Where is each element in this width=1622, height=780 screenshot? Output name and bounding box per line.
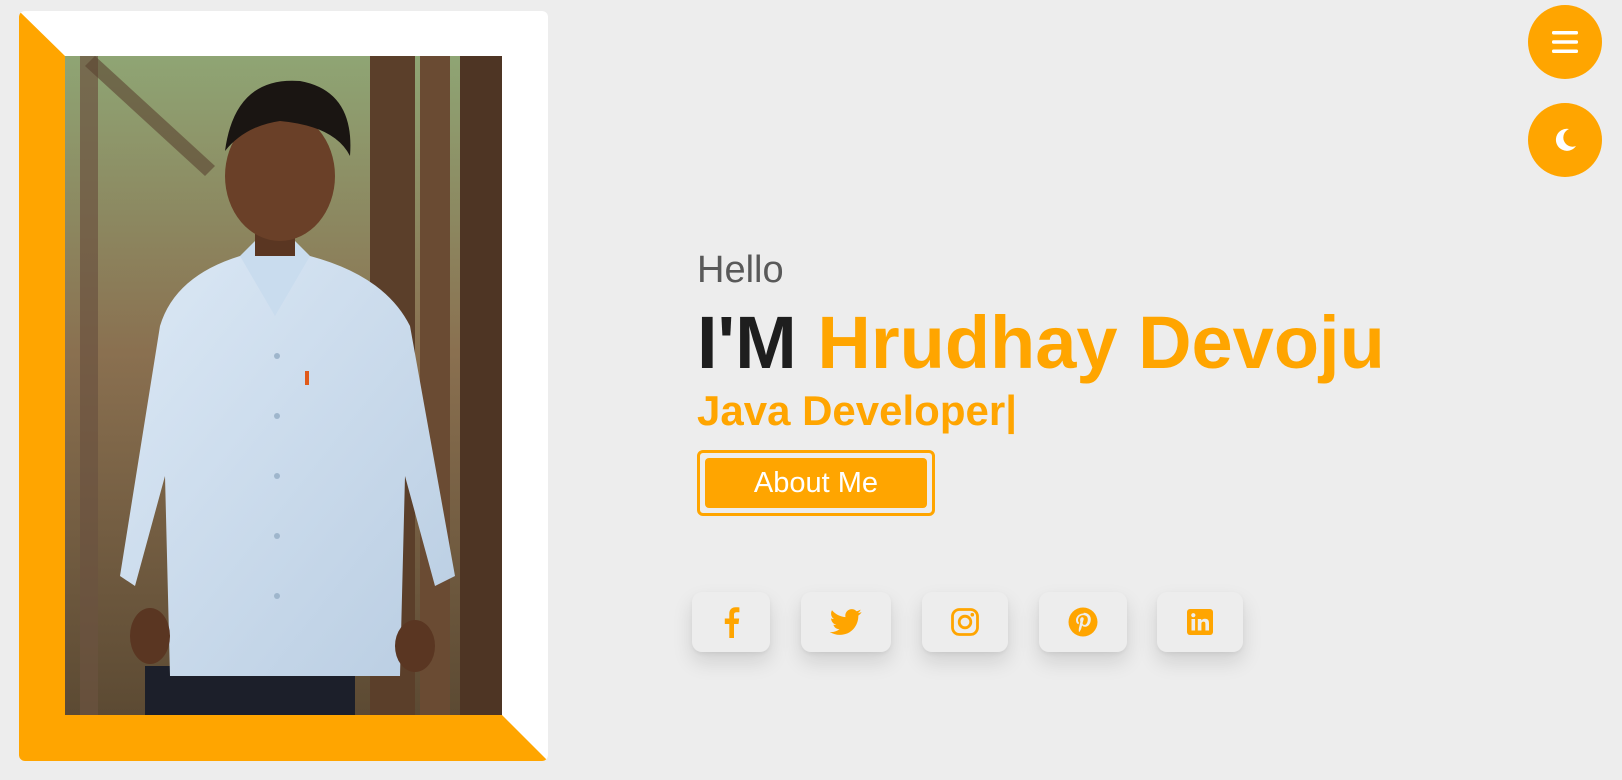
- profile-photo-frame: [19, 11, 548, 761]
- facebook-link[interactable]: [692, 592, 770, 652]
- twitter-link[interactable]: [801, 592, 891, 652]
- theme-toggle-button[interactable]: [1528, 103, 1602, 177]
- linkedin-link[interactable]: [1157, 592, 1243, 652]
- linkedin-icon: [1187, 609, 1213, 635]
- about-me-label: About Me: [705, 457, 927, 508]
- headline-prefix: I'M: [697, 300, 797, 384]
- home-page: Hello I'M Hrudhay Devoju Java Developer|…: [0, 0, 1622, 780]
- about-me-button[interactable]: About Me: [697, 449, 935, 516]
- pinterest-icon: [1068, 607, 1098, 637]
- moon-icon: [1555, 128, 1576, 151]
- instagram-link[interactable]: [922, 592, 1008, 652]
- pinterest-link[interactable]: [1039, 592, 1127, 652]
- twitter-icon: [830, 609, 862, 635]
- hamburger-menu-icon: [1552, 31, 1578, 53]
- profile-photo: [65, 56, 502, 715]
- instagram-icon: [951, 608, 979, 636]
- headline: I'M Hrudhay Devoju: [697, 305, 1385, 380]
- role-text: Java Developer|: [697, 386, 1017, 434]
- facebook-icon: [724, 607, 740, 638]
- greeting-text: Hello: [697, 249, 784, 291]
- headline-name: Hrudhay Devoju: [817, 300, 1385, 384]
- menu-button[interactable]: [1528, 5, 1602, 79]
- hero-section: Hello I'M Hrudhay Devoju Java Developer|…: [697, 249, 1385, 516]
